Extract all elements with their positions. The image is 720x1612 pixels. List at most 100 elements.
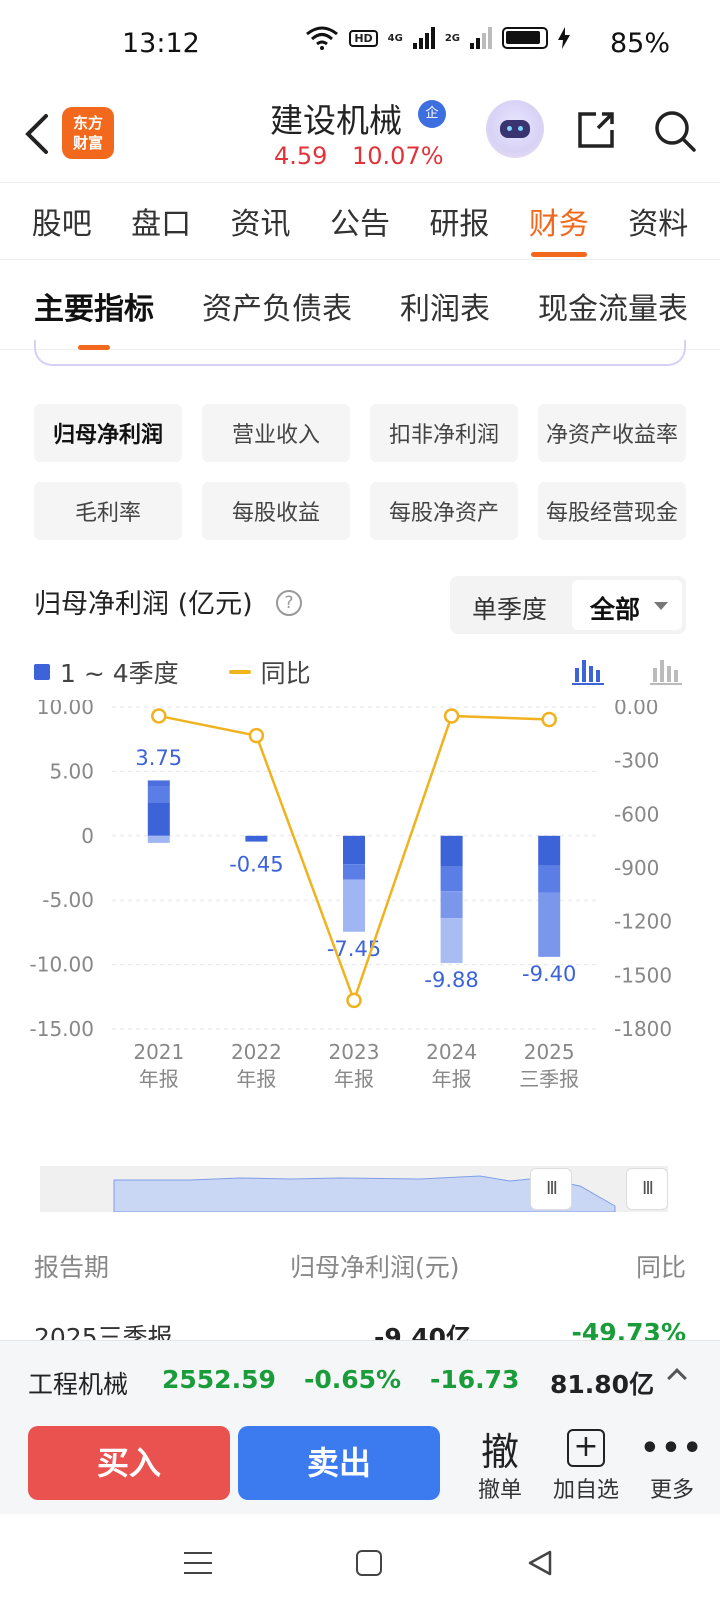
tab-profile[interactable]: 资料 bbox=[628, 199, 688, 243]
yoy-point bbox=[541, 711, 557, 728]
banner-edge bbox=[34, 340, 686, 366]
bar-value-label: -9.88 bbox=[424, 968, 478, 992]
row-period: 2025三季报 bbox=[34, 1323, 173, 1340]
legend-bar-swatch bbox=[34, 664, 50, 680]
more-button[interactable]: ••• 更多 bbox=[634, 1424, 710, 1504]
recent-apps-icon[interactable] bbox=[184, 1552, 212, 1574]
y-left-tick-label: -15.00 bbox=[30, 1017, 94, 1041]
chip-eps[interactable]: 每股收益 bbox=[202, 482, 350, 540]
metric-chips: 归母净利润 营业收入 扣非净利润 净资产收益率 毛利率 每股收益 每股净资产 每… bbox=[34, 404, 686, 540]
chevron-down-icon bbox=[654, 602, 668, 610]
y-right-tick-label: 0.00 bbox=[614, 700, 659, 719]
system-back-icon[interactable] bbox=[526, 1549, 554, 1577]
x-tick-label: 2021 bbox=[133, 1040, 184, 1064]
x-tick-label: 年报 bbox=[236, 1067, 276, 1091]
yoy-point bbox=[248, 727, 265, 744]
sell-button[interactable]: 卖出 bbox=[238, 1426, 440, 1500]
chart-title: 归母净利润 (亿元) bbox=[34, 589, 253, 620]
y-right-tick-label: -1500 bbox=[614, 963, 672, 987]
legend-bar-label: 1 ~ 4季度 bbox=[60, 659, 179, 688]
stock-price: 4.59 bbox=[274, 142, 328, 170]
subtab-cash-flow[interactable]: 现金流量表 bbox=[538, 284, 688, 328]
chevron-up-icon[interactable] bbox=[667, 1368, 687, 1388]
chip-gross-margin[interactable]: 毛利率 bbox=[34, 482, 182, 540]
stock-change-pct: 10.07% bbox=[352, 142, 444, 170]
bar-chart-icon[interactable] bbox=[572, 656, 604, 686]
chip-deducted-profit[interactable]: 扣非净利润 bbox=[370, 404, 518, 462]
tab-pankou[interactable]: 盘口 bbox=[131, 199, 191, 243]
bar-segment bbox=[245, 835, 268, 842]
battery-level: 85% bbox=[609, 28, 670, 59]
legend-line-label: 同比 bbox=[260, 659, 311, 688]
x-tick-label: 年报 bbox=[432, 1067, 472, 1091]
toggle-all-dropdown[interactable]: 全部 bbox=[572, 580, 682, 630]
plus-icon: + bbox=[567, 1429, 605, 1467]
subtab-key-indicators[interactable]: 主要指标 bbox=[34, 284, 154, 350]
wifi-icon bbox=[306, 26, 339, 50]
subtab-income-statement[interactable]: 利润表 bbox=[400, 284, 490, 328]
tab-announcements[interactable]: 公告 bbox=[330, 199, 390, 243]
sector-ticker[interactable]: 工程机械 2552.59 -0.65% -16.73 81.80亿 bbox=[0, 1340, 720, 1418]
network2-label: 2G bbox=[444, 32, 460, 44]
y-left-tick-label: -10.00 bbox=[30, 953, 94, 977]
y-left-tick-label: 10.00 bbox=[37, 700, 94, 719]
enterprise-badge: 企 bbox=[418, 100, 446, 128]
y-right-tick-label: -1200 bbox=[614, 910, 672, 934]
table-row[interactable]: 2025三季报 -9.40亿 -49.73% bbox=[34, 1314, 686, 1340]
range-overview-area bbox=[113, 1175, 616, 1212]
tab-finance[interactable]: 财务 bbox=[529, 199, 589, 257]
app-logo[interactable]: 东方 财富 bbox=[62, 107, 114, 159]
bar-segment bbox=[538, 892, 561, 957]
ai-assistant-icon[interactable] bbox=[486, 100, 544, 158]
toggle-all-label: 全部 bbox=[590, 595, 641, 624]
signal2-icon bbox=[470, 27, 492, 49]
chip-net-profit[interactable]: 归母净利润 bbox=[34, 404, 182, 462]
y-right-tick-label: -600 bbox=[614, 802, 659, 826]
share-icon[interactable] bbox=[574, 108, 618, 152]
row-yoy: -49.73% bbox=[571, 1318, 686, 1340]
net-profit-chart: 10.00 5.00 0 -5.00 -10.00 -15.00 0.00 -300 -600 -… bbox=[30, 700, 673, 1091]
bar-segment bbox=[440, 918, 463, 964]
x-tick-label: 2024 bbox=[426, 1040, 477, 1064]
toggle-single-quarter[interactable]: 单季度 bbox=[472, 590, 547, 626]
help-icon[interactable]: ? bbox=[276, 590, 302, 616]
legend-line-swatch bbox=[228, 670, 251, 674]
bar-segment bbox=[343, 835, 365, 865]
bar-segment bbox=[538, 865, 561, 893]
home-icon[interactable] bbox=[356, 1550, 382, 1576]
chip-bvps[interactable]: 每股净资产 bbox=[370, 482, 518, 540]
status-icons: HD 4G 2G bbox=[305, 26, 570, 50]
main-tabs: 股吧 盘口 资讯 公告 研报 财务 资料 bbox=[0, 182, 720, 260]
yoy-point bbox=[151, 708, 167, 724]
y-left-tick-label: -5.00 bbox=[42, 888, 94, 912]
chart-range-slider[interactable]: III III bbox=[40, 1166, 668, 1212]
search-icon[interactable] bbox=[652, 108, 698, 154]
battery-icon bbox=[502, 27, 548, 49]
range-left-handle[interactable]: III bbox=[530, 1168, 572, 1210]
stock-header: 东方 财富 建设机械 企 4.59 10.07% bbox=[0, 90, 720, 182]
network1-label: 4G bbox=[387, 32, 403, 44]
back-arrow-icon[interactable] bbox=[18, 110, 54, 158]
cancel-order-label: 撤单 bbox=[477, 1478, 522, 1503]
tab-guba[interactable]: 股吧 bbox=[32, 199, 92, 243]
status-time: 13:12 bbox=[122, 28, 200, 59]
buy-button[interactable]: 买入 bbox=[28, 1426, 230, 1500]
tab-news[interactable]: 资讯 bbox=[231, 199, 291, 243]
chip-roe[interactable]: 净资产收益率 bbox=[538, 404, 686, 462]
chip-revenue[interactable]: 营业收入 bbox=[202, 404, 350, 462]
subtab-balance-sheet[interactable]: 资产负债表 bbox=[202, 284, 352, 328]
range-right-handle[interactable]: III bbox=[626, 1168, 668, 1210]
x-tick-label: 2025 bbox=[524, 1040, 575, 1064]
cancel-order-button[interactable]: 撤 撤单 bbox=[462, 1424, 538, 1504]
cancel-order-icon: 撤 bbox=[480, 1429, 519, 1474]
add-watchlist-button[interactable]: + 加自选 bbox=[548, 1424, 624, 1504]
x-tick-label: 年报 bbox=[139, 1067, 179, 1091]
y-left-tick-label: 0 bbox=[81, 824, 94, 848]
chip-cfps[interactable]: 每股经营现金 bbox=[538, 482, 686, 540]
col-yoy: 同比 bbox=[635, 1253, 686, 1282]
bar-segment bbox=[440, 866, 463, 892]
stacked-chart-icon[interactable] bbox=[650, 656, 682, 686]
x-tick-label: 三季报 bbox=[519, 1067, 579, 1091]
bar-segment bbox=[147, 835, 170, 843]
tab-research[interactable]: 研报 bbox=[429, 199, 489, 243]
